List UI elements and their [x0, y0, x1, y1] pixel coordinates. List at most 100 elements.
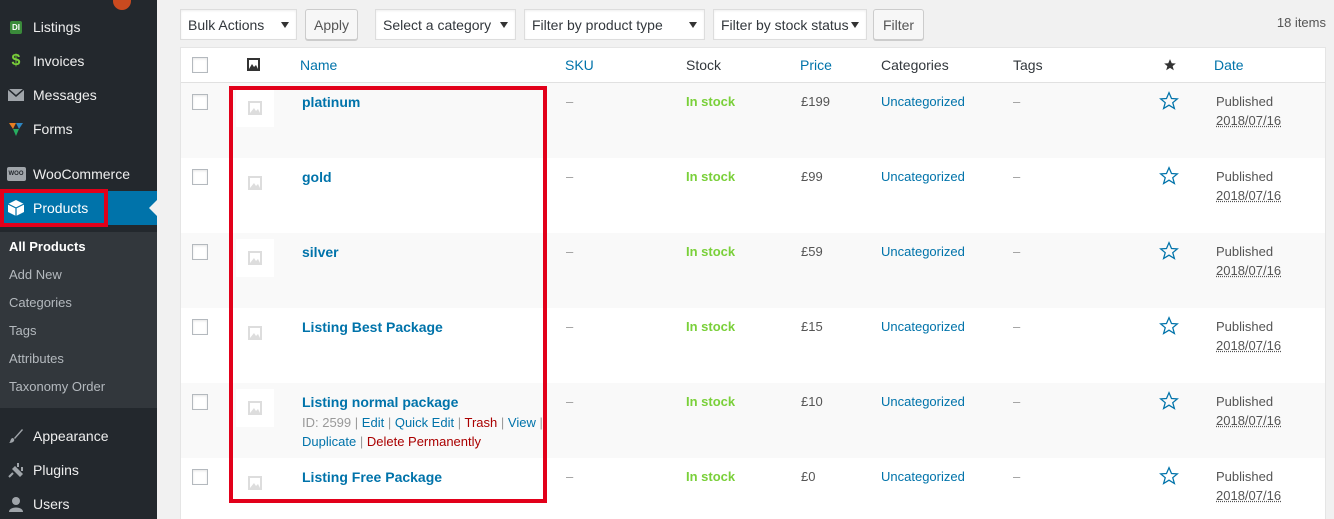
items-count: 18 items [1276, 15, 1326, 30]
chevron-down-icon [281, 22, 289, 28]
product-thumbnail[interactable] [236, 89, 274, 127]
tags-value: – [1013, 94, 1021, 109]
star-icon[interactable] [1159, 316, 1179, 339]
sidebar-item-plugins[interactable]: Plugins [0, 453, 157, 487]
publish-status: Published [1216, 94, 1274, 109]
tags-value: – [1013, 169, 1021, 184]
category-link[interactable]: Uncategorized [881, 169, 965, 184]
column-header-date[interactable]: Date [1214, 57, 1244, 73]
row-checkbox[interactable] [192, 94, 208, 110]
separator: | [387, 415, 392, 430]
product-thumbnail[interactable] [236, 464, 274, 502]
edit-link[interactable]: Edit [362, 415, 384, 430]
sidebar-item-appearance[interactable]: Appearance [0, 419, 157, 453]
product-thumbnail[interactable] [236, 314, 274, 352]
submenu-add-new[interactable]: Add New [9, 267, 62, 282]
column-header-price[interactable]: Price [800, 57, 832, 73]
submenu-taxonomy-order[interactable]: Taxonomy Order [9, 379, 105, 394]
column-header-tags: Tags [1013, 57, 1043, 73]
column-header-sku[interactable]: SKU [565, 57, 594, 73]
placeholder-image-icon [248, 401, 262, 415]
product-id: ID: 2599 [302, 415, 352, 430]
star-icon[interactable] [1159, 91, 1179, 114]
row-checkbox[interactable] [192, 244, 208, 260]
product-name-link[interactable]: Listing normal package [302, 394, 458, 410]
publish-date: 2018/07/16 [1216, 263, 1282, 278]
select-all-checkbox[interactable] [192, 57, 208, 73]
row-checkbox[interactable] [192, 319, 208, 335]
submenu-tags[interactable]: Tags [9, 323, 36, 338]
sidebar-item-messages[interactable]: Messages [0, 78, 157, 112]
submenu-categories[interactable]: Categories [9, 295, 72, 310]
table-row: Listing Free Package – In stock £0 Uncat… [181, 458, 1325, 519]
sidebar-item-products[interactable]: Products [0, 191, 157, 225]
table-row: platinum – In stock £199 Uncategorized –… [181, 83, 1325, 158]
category-link[interactable]: Uncategorized [881, 319, 965, 334]
category-select[interactable]: Select a category [375, 9, 516, 40]
delete-permanently-link[interactable]: Delete Permanently [367, 434, 481, 449]
category-value: Select a category [383, 16, 492, 33]
column-header-name[interactable]: Name [300, 57, 337, 73]
submenu-all-products[interactable]: All Products [9, 239, 86, 254]
category-link[interactable]: Uncategorized [881, 469, 965, 484]
price-value: £199 [801, 94, 830, 109]
star-icon[interactable] [1159, 241, 1179, 264]
bulk-actions-select[interactable]: Bulk Actions [180, 9, 297, 40]
table-header: Name SKU Stock Price Categories Tags Dat… [181, 48, 1325, 83]
product-name-link[interactable]: Listing Free Package [302, 469, 442, 485]
row-checkbox[interactable] [192, 469, 208, 485]
product-name-link[interactable]: gold [302, 169, 332, 185]
product-type-value: Filter by product type [532, 16, 663, 33]
separator: | [354, 415, 359, 430]
sku-value: – [566, 394, 574, 409]
stock-status: In stock [686, 244, 736, 259]
star-icon[interactable] [1159, 166, 1179, 189]
star-icon[interactable] [1159, 391, 1179, 414]
category-link[interactable]: Uncategorized [881, 94, 965, 109]
stock-status-select[interactable]: Filter by stock status [713, 9, 867, 40]
quick-edit-link[interactable]: Quick Edit [395, 415, 454, 430]
view-link[interactable]: View [508, 415, 536, 430]
row-actions-line-1: ID: 2599 | Edit | Quick Edit | Trash | V… [302, 415, 543, 430]
filter-button[interactable]: Filter [873, 9, 924, 40]
separator: | [457, 415, 462, 430]
sidebar-item-listings[interactable]: DI Listings [0, 10, 157, 44]
box-icon [6, 198, 26, 218]
sku-value: – [566, 169, 574, 184]
row-checkbox[interactable] [192, 169, 208, 185]
price-value: £0 [801, 469, 816, 484]
publish-status: Published [1216, 319, 1274, 334]
sidebar-item-users[interactable]: Users [0, 487, 157, 519]
row-checkbox[interactable] [192, 394, 208, 410]
apply-button[interactable]: Apply [305, 9, 358, 40]
product-type-select[interactable]: Filter by product type [524, 9, 705, 40]
featured-column-star-icon[interactable] [1163, 58, 1177, 75]
tags-value: – [1013, 244, 1021, 259]
sidebar-item-woocommerce[interactable]: WOO WooCommerce [0, 157, 157, 191]
sidebar-item-label: Forms [33, 121, 73, 137]
sidebar-item-label: Listings [33, 19, 81, 35]
tags-value: – [1013, 319, 1021, 334]
product-thumbnail[interactable] [236, 389, 274, 427]
trash-link[interactable]: Trash [465, 415, 498, 430]
stock-status: In stock [686, 94, 736, 109]
sidebar-item-label: WooCommerce [33, 166, 130, 182]
product-name-link[interactable]: silver [302, 244, 339, 260]
submenu-attributes[interactable]: Attributes [9, 351, 64, 366]
category-link[interactable]: Uncategorized [881, 394, 965, 409]
user-icon [6, 494, 26, 514]
admin-sidebar: DI Listings $ Invoices Messages Forms WO… [0, 0, 157, 519]
duplicate-link[interactable]: Duplicate [302, 434, 356, 449]
sku-value: – [566, 319, 574, 334]
sidebar-item-label: Users [33, 496, 70, 512]
product-thumbnail[interactable] [236, 164, 274, 202]
star-icon[interactable] [1159, 466, 1179, 489]
sidebar-item-forms[interactable]: Forms [0, 112, 157, 146]
plugin-icon [6, 460, 26, 480]
product-name-link[interactable]: platinum [302, 94, 360, 110]
product-thumbnail[interactable] [236, 239, 274, 277]
category-link[interactable]: Uncategorized [881, 244, 965, 259]
product-name-link[interactable]: Listing Best Package [302, 319, 443, 335]
sidebar-item-invoices[interactable]: $ Invoices [0, 44, 157, 78]
woo-badge-text: WOO [6, 167, 26, 181]
